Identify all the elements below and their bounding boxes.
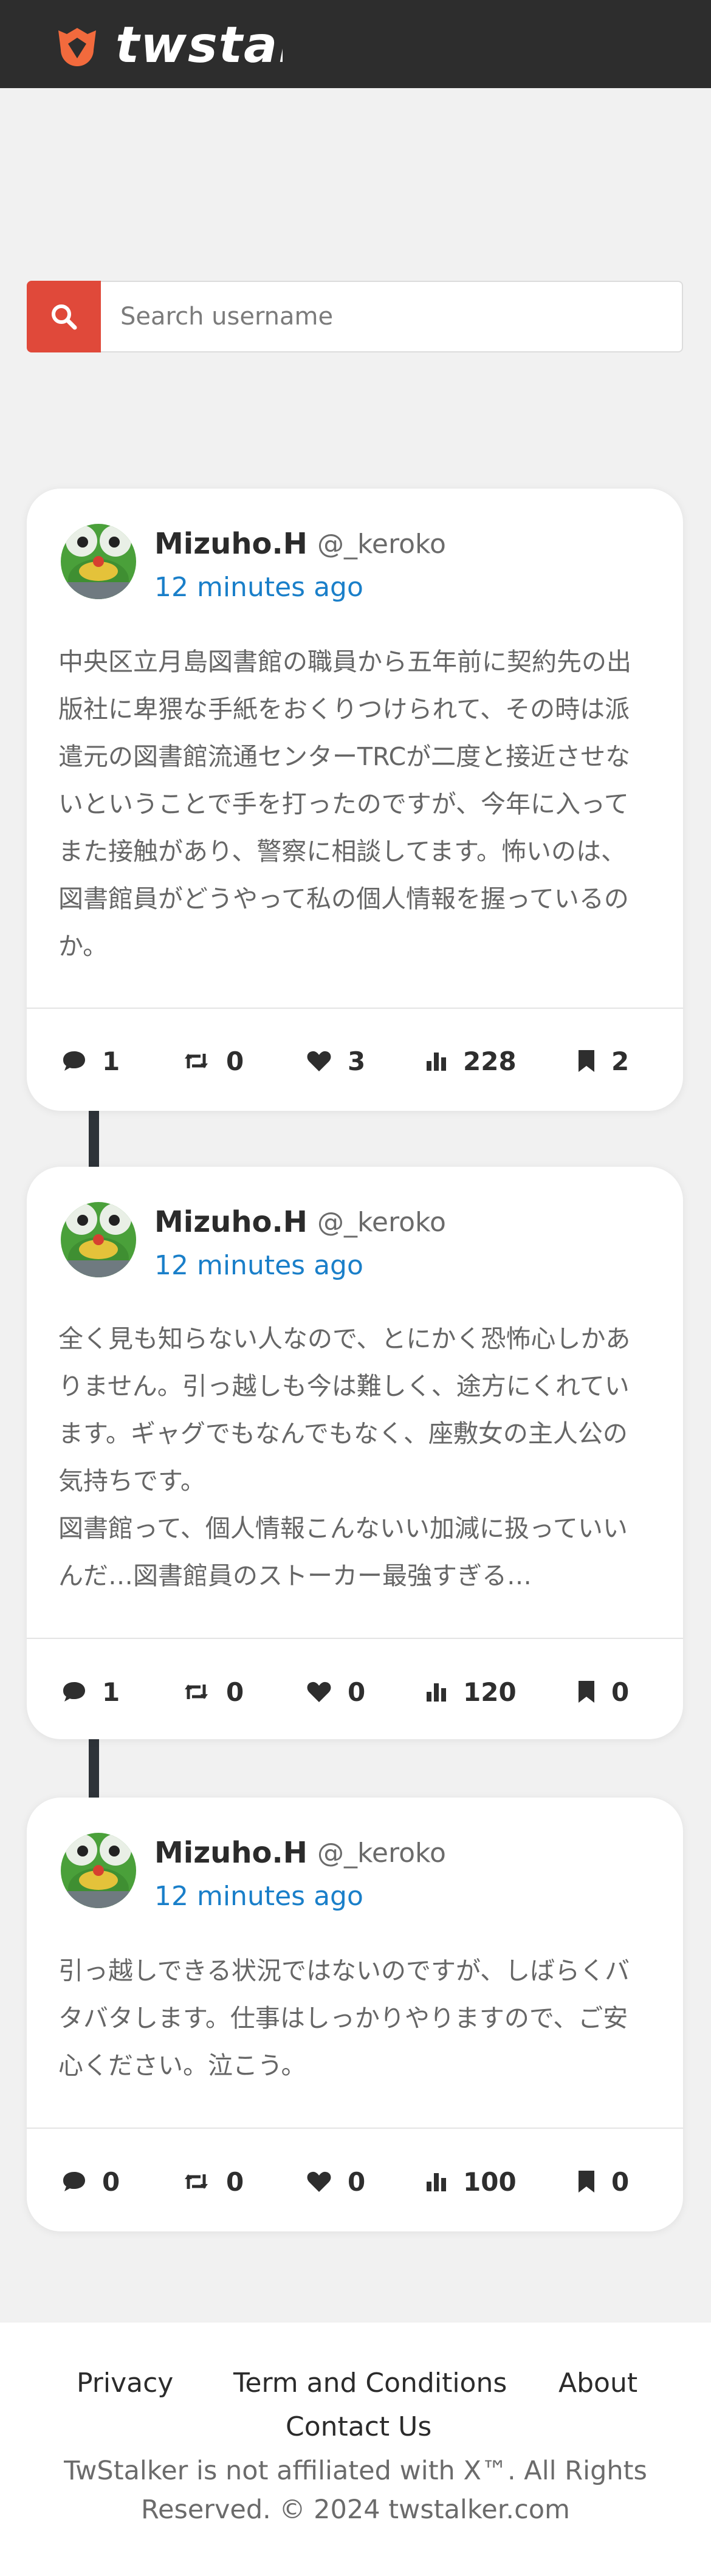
like-count-value: 0: [348, 2166, 366, 2197]
comment-icon: [63, 1051, 85, 1071]
retweet-count[interactable]: 0: [182, 1043, 244, 1079]
retweet-icon: [185, 2174, 208, 2189]
reply-count[interactable]: 1: [62, 1043, 120, 1079]
about-link[interactable]: About: [558, 2365, 637, 2402]
retweet-count-value: 0: [226, 1677, 244, 1707]
tweet-time[interactable]: 12 minutes ago: [154, 1248, 363, 1284]
tweet-card[interactable]: Mizuho.H @_keroko 12 minutes ago 全く見も知らな…: [27, 1167, 683, 1739]
heart-icon: [307, 1681, 331, 1702]
retweet-icon: [185, 1685, 208, 1699]
thread-connector: [89, 1739, 99, 1798]
like-count-value: 3: [348, 1046, 366, 1076]
retweet-count[interactable]: 0: [182, 2163, 244, 2200]
analytics-icon: [427, 2173, 446, 2191]
analytics-icon: [427, 1053, 446, 1071]
display-name[interactable]: Mizuho.H: [154, 525, 307, 563]
search-icon: [52, 304, 77, 330]
twstalker-logo-icon[interactable]: [53, 22, 101, 69]
tweet-time[interactable]: 12 minutes ago: [154, 569, 363, 606]
reply-count[interactable]: 0: [62, 2163, 120, 2200]
thread-connector: [89, 1111, 99, 1167]
comment-icon: [63, 1682, 85, 1702]
view-count-value: 120: [463, 1677, 517, 1707]
privacy-link[interactable]: Privacy: [77, 2365, 173, 2402]
reply-count-value: 1: [102, 1046, 120, 1076]
view-count-value: 100: [463, 2166, 517, 2197]
username-handle[interactable]: @_keroko: [317, 525, 446, 563]
bookmark-count[interactable]: 0: [577, 2163, 629, 2200]
frog-avatar-image: [61, 1833, 136, 1908]
tweet-text: 引っ越しできる状況ではないのですが、しばらくバ タバタします。仕事はしっかりやり…: [58, 1956, 630, 2080]
retweet-count-value: 0: [226, 1046, 244, 1076]
search-input[interactable]: [101, 281, 683, 352]
like-count-value: 0: [348, 1677, 366, 1707]
like-count[interactable]: 0: [306, 2163, 365, 2200]
display-name[interactable]: Mizuho.H: [154, 1834, 307, 1872]
bookmark-count-value: 0: [611, 1677, 630, 1707]
view-count-value: 228: [463, 1046, 517, 1076]
tweet-card[interactable]: Mizuho.H @_keroko 12 minutes ago 中央区立月島図…: [27, 489, 683, 1111]
like-count[interactable]: 3: [306, 1043, 365, 1079]
retweet-count[interactable]: 0: [182, 1674, 244, 1710]
comment-icon: [63, 2172, 85, 2191]
bookmark-icon: [579, 2171, 594, 2193]
site-footer: Privacy Term and Conditions About Contac…: [0, 2323, 711, 2576]
terms-link[interactable]: Term and Conditions: [233, 2365, 507, 2402]
divider: [27, 1008, 683, 1009]
view-count[interactable]: 228: [425, 1043, 517, 1079]
search-button[interactable]: [27, 281, 101, 352]
avatar[interactable]: [61, 524, 136, 599]
analytics-icon: [427, 1683, 446, 1702]
like-count[interactable]: 0: [306, 1674, 365, 1710]
bookmark-count[interactable]: 0: [577, 1674, 629, 1710]
avatar[interactable]: [61, 1833, 136, 1908]
footer-copyright: Reserved. © 2024 twstalker.com: [141, 2495, 570, 2525]
bookmark-count-value: 2: [611, 1046, 630, 1076]
retweet-icon: [185, 1054, 208, 1068]
divider: [27, 1638, 683, 1639]
tweet-text: 全く見も知らない人なので、とにかく恐怖心しかあ りません。引っ越しも今は難しく、…: [58, 1324, 631, 1590]
reply-count-value: 0: [102, 2166, 120, 2197]
frog-avatar-image: [61, 1202, 136, 1277]
bookmark-icon: [579, 1050, 594, 1072]
divider: [27, 2128, 683, 2129]
footer-disclaimer: TwStalker is not affiliated with X™. All…: [64, 2456, 647, 2486]
reply-count-value: 1: [102, 1677, 120, 1707]
username-handle[interactable]: @_keroko: [317, 1203, 446, 1241]
tweet-time[interactable]: 12 minutes ago: [154, 1878, 363, 1915]
tweet-card[interactable]: Mizuho.H @_keroko 12 minutes ago 引っ越しできる…: [27, 1798, 683, 2231]
site-header: twstalker: [0, 0, 711, 88]
avatar[interactable]: [61, 1202, 136, 1277]
bookmark-count[interactable]: 2: [577, 1043, 629, 1079]
frog-avatar-image: [61, 524, 136, 599]
contact-link[interactable]: Contact Us: [286, 2409, 431, 2445]
bookmark-count-value: 0: [611, 2166, 630, 2197]
search-bar: [27, 281, 683, 352]
view-count[interactable]: 120: [425, 1674, 517, 1710]
view-count[interactable]: 100: [425, 2163, 517, 2200]
username-handle[interactable]: @_keroko: [317, 1834, 446, 1872]
display-name[interactable]: Mizuho.H: [154, 1203, 307, 1241]
bookmark-icon: [579, 1681, 594, 1703]
retweet-count-value: 0: [226, 2166, 244, 2197]
heart-icon: [307, 1051, 331, 1071]
tweet-text: 中央区立月島図書館の職員から五年前に契約先の出 版社に卑猥な手紙をおくりつけられ…: [58, 647, 631, 961]
heart-icon: [307, 2171, 331, 2192]
reply-count[interactable]: 1: [62, 1674, 120, 1710]
brand-name[interactable]: twstalker: [115, 15, 283, 76]
